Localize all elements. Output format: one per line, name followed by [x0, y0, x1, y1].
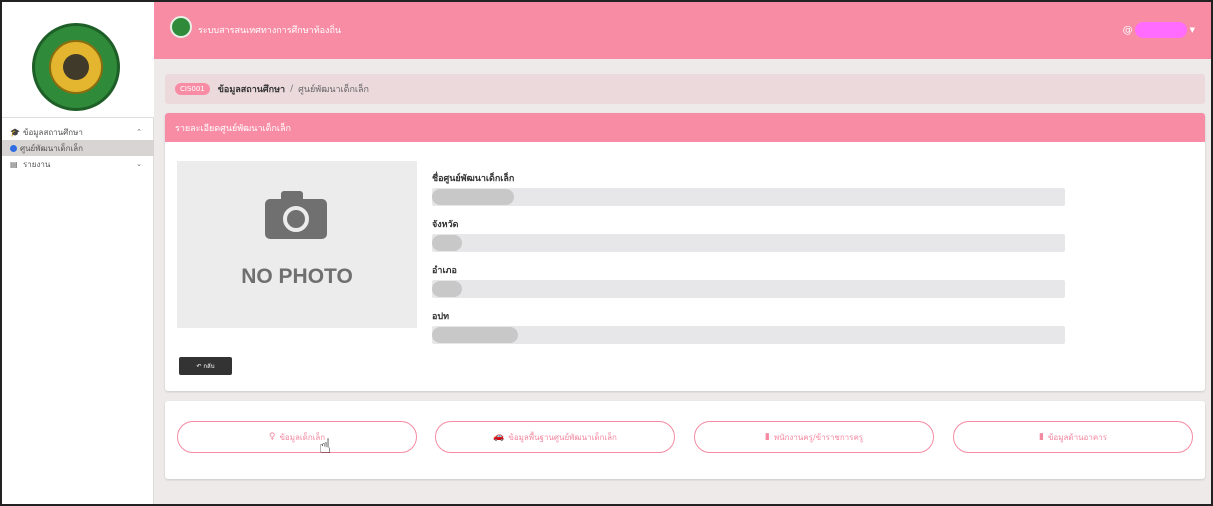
breadcrumb: CIS001 ข้อมูลสถานศึกษา / ศูนย์พัฒนาเด็กเ…: [165, 74, 1205, 104]
camera-top: [281, 191, 303, 201]
redacted-value: [432, 235, 462, 251]
sidebar: 🎓 ข้อมูลสถานศึกษา ⌃ ศูนย์พัฒนาเด็กเล็ก ▤…: [2, 2, 154, 504]
field-value-district: [432, 280, 1065, 298]
document-icon: ▤: [10, 159, 18, 169]
no-photo-text: NO PHOTO: [241, 265, 353, 288]
detail-fields: ชื่อศูนย์พัฒนาเด็กเล็ก จังหวัด อำเภอ อปท: [432, 172, 1065, 356]
field-value-local-org: [432, 326, 1065, 344]
logo-area: [2, 2, 154, 118]
app-window: 🎓 ข้อมูลสถานศึกษา ⌃ ศูนย์พัฒนาเด็กเล็ก ▤…: [0, 0, 1213, 506]
detail-card: รายละเอียดศูนย์พัฒนาเด็กเล็ก NO PHOTO ชื…: [165, 113, 1205, 391]
caret-down-icon: ▼: [1189, 26, 1195, 34]
sidebar-item-report[interactable]: ▤ รายงาน ⌄: [2, 156, 154, 172]
logo-core: [63, 54, 89, 80]
back-button-label: กลับ: [203, 363, 215, 370]
field-label-province: จังหวัด: [432, 220, 459, 230]
detail-card-header: รายละเอียดศูนย์พัฒนาเด็กเล็ก: [165, 113, 1205, 142]
dot-icon: [10, 144, 17, 152]
chevron-up-icon: ⌃: [136, 128, 142, 136]
breadcrumb-separator: /: [290, 84, 294, 94]
user-menu[interactable]: @ ▼: [1123, 22, 1195, 38]
redacted-value: [432, 189, 514, 205]
child-icon: ♀: [268, 432, 276, 442]
child-data-button[interactable]: ♀ ข้อมูลเด็กเล็ก: [177, 421, 417, 453]
redacted-value: [432, 327, 518, 343]
back-button[interactable]: ↶ กลับ: [179, 357, 232, 375]
camera-lens: [283, 206, 309, 232]
photo-placeholder: NO PHOTO: [177, 161, 417, 328]
breadcrumb-main[interactable]: ข้อมูลสถานศึกษา: [218, 82, 285, 96]
app-title: ระบบสารสนเทศทางการศึกษาท้องถิ่น: [198, 26, 342, 36]
car-icon: 🚗: [493, 432, 505, 442]
sidebar-item-label: ศูนย์พัฒนาเด็กเล็ก: [20, 143, 83, 153]
back-arrow-icon: ↶: [196, 362, 204, 370]
breadcrumb-current: ศูนย์พัฒนาเด็กเล็ก: [298, 85, 369, 95]
logo-emblem: [49, 40, 103, 94]
sidebar-item-child-center[interactable]: ศูนย์พัฒนาเด็กเล็ก: [2, 140, 154, 156]
field-label-center-name: ชื่อศูนย์พัฒนาเด็กเล็ก: [432, 174, 515, 184]
hand-cursor-icon: ☝: [319, 434, 332, 458]
user-name-redacted: [1134, 22, 1187, 38]
chevron-down-icon: ⌄: [136, 160, 142, 168]
action-label: ข้อมูลพื้นฐานศูนย์พัฒนาเด็กเล็ก: [508, 432, 617, 442]
field-value-province: [432, 234, 1065, 252]
page-code-badge: CIS001: [175, 83, 210, 95]
department-logo: [32, 23, 120, 111]
sidebar-item-label: รายงาน: [23, 159, 51, 169]
field-label-local-org: อปท: [432, 312, 450, 322]
sidebar-item-school-data[interactable]: 🎓 ข้อมูลสถานศึกษา ⌃: [2, 124, 154, 140]
teacher-staff-button[interactable]: ▮ พนักงานครู/ข้าราชการครู: [694, 421, 934, 453]
field-label-district: อำเภอ: [432, 266, 457, 276]
camera-icon: [265, 191, 327, 239]
action-label: พนักงานครู/ข้าราชการครู: [773, 432, 864, 442]
app-logo-icon: [170, 16, 192, 38]
top-navbar: ระบบสารสนเทศทางการศึกษาท้องถิ่น @ ▼: [154, 2, 1211, 59]
sidebar-item-label: ข้อมูลสถานศึกษา: [23, 127, 83, 137]
bookmark-icon: ▮: [1039, 432, 1044, 442]
action-label: ข้อมูลด้านอาคาร: [1047, 432, 1107, 442]
redacted-value: [432, 281, 462, 297]
user-icon: @: [1122, 24, 1133, 36]
bookmark-icon: ▮: [764, 432, 770, 442]
center-basic-info-button[interactable]: 🚗 ข้อมูลพื้นฐานศูนย์พัฒนาเด็กเล็ก: [435, 421, 675, 453]
graduation-cap-icon: 🎓: [10, 127, 20, 137]
building-info-button[interactable]: ▮ ข้อมูลด้านอาคาร: [953, 421, 1193, 453]
sidebar-menu: 🎓 ข้อมูลสถานศึกษา ⌃ ศูนย์พัฒนาเด็กเล็ก ▤…: [2, 124, 154, 172]
field-value-center-name: [432, 188, 1065, 206]
